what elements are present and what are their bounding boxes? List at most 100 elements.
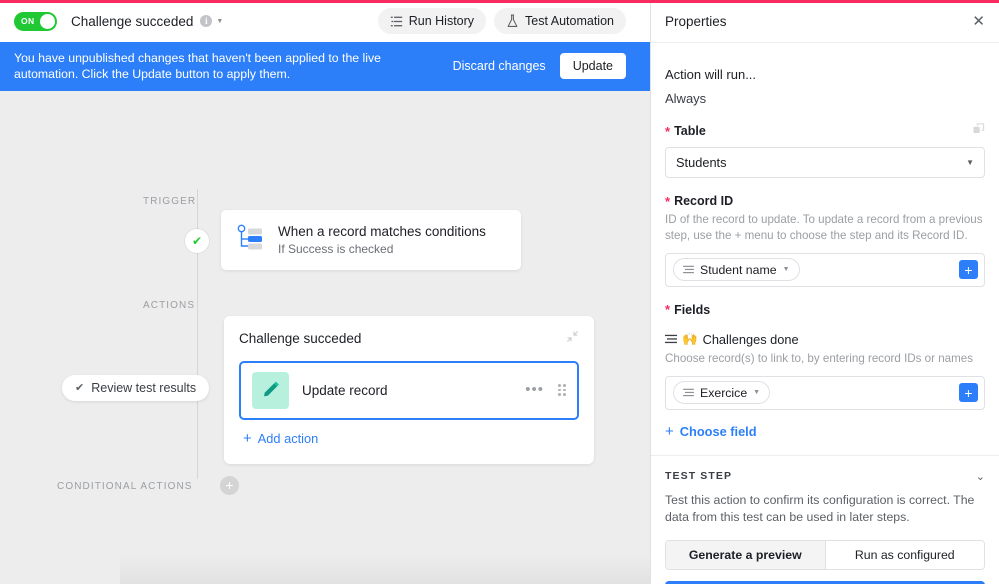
action-group-header: Challenge succeded (239, 330, 579, 348)
field-name: Challenges done (702, 331, 799, 347)
properties-body: CONFIGURATION ⌄ Action will run... Alway… (651, 38, 999, 584)
close-icon[interactable]: ✕ (972, 14, 985, 29)
review-test-results-button[interactable]: ✔ Review test results (62, 374, 210, 401)
trigger-card-title: When a record matches conditions (278, 223, 486, 239)
record-id-chip[interactable]: Student name ▼ (673, 258, 800, 282)
top-accent-bar (0, 0, 999, 3)
add-action-label: Add action (257, 430, 319, 446)
table-label-row: * Table (665, 122, 985, 140)
record-id-token-input[interactable]: Student name ▼ + (665, 252, 985, 287)
chevron-down-icon[interactable]: ▼ (216, 18, 223, 25)
field-icon (683, 266, 694, 274)
trigger-card[interactable]: When a record matches conditions If Succ… (221, 209, 521, 270)
record-id-help-text: ID of the record to update. To update a … (665, 213, 983, 242)
record-id-label: * Record ID (665, 193, 734, 209)
flask-icon (507, 14, 518, 27)
trigger-card-text: When a record matches conditions If Succ… (278, 224, 486, 256)
test-step-header[interactable]: TEST STEP ⌄ (665, 470, 985, 483)
fields-label-row: * Fields (665, 303, 985, 317)
record-matches-conditions-icon (237, 224, 262, 250)
run-as-configured-tab[interactable]: Run as configured (824, 540, 984, 569)
add-conditional-action-button[interactable]: + (220, 475, 239, 495)
check-icon: ✔ (191, 233, 203, 248)
test-mode-segmented-control: Generate a preview Run as configured (665, 539, 985, 570)
automation-enable-toggle[interactable]: ON (14, 11, 57, 31)
table-select-value: Students (676, 155, 727, 170)
properties-panel: Properties ✕ CONFIGURATION ⌄ Action will… (651, 0, 999, 584)
test-step-label: TEST STEP (665, 470, 733, 483)
pencil-icon (252, 371, 289, 409)
action-group-card: Challenge succeded Update record ••• + A… (224, 315, 594, 464)
section-divider (651, 454, 999, 456)
automation-editor: ON Challenge succeded i ▼ Run History Te… (0, 0, 999, 584)
action-will-run-value: Always (665, 91, 707, 106)
run-history-button[interactable]: Run History (377, 8, 487, 34)
unpublished-changes-banner: You have unpublished changes that haven'… (0, 42, 650, 91)
run-history-label: Run History (408, 14, 475, 28)
discard-changes-button[interactable]: Discard changes (453, 59, 546, 73)
fields-chip[interactable]: Exercice ▼ (673, 381, 771, 405)
automation-title[interactable]: Challenge succeded (71, 14, 193, 29)
chevron-down-icon: ▼ (782, 266, 790, 274)
section-label-trigger: TRIGGER (143, 195, 197, 207)
check-icon-small: ✔ (75, 382, 85, 395)
more-options-icon[interactable]: ••• (525, 382, 544, 397)
plus-icon: + (665, 422, 674, 440)
banner-actions: Discard changes Update (453, 53, 636, 80)
action-card-title: Update record (302, 382, 388, 398)
add-record-id-token-button[interactable]: + (959, 260, 978, 280)
properties-header: Properties ✕ (651, 0, 999, 43)
action-card-tools: ••• (525, 382, 566, 397)
required-asterisk: * (665, 193, 671, 209)
section-label-conditional-actions: CONDITIONAL ACTIONS (57, 480, 193, 492)
add-field-token-button[interactable]: + (959, 383, 978, 403)
choose-field-label: Choose field (679, 423, 757, 439)
chevron-down-icon[interactable]: ⌄ (976, 470, 985, 483)
record-id-chip-label: Student name (700, 262, 777, 277)
toggle-label: ON (21, 16, 35, 26)
test-automation-button[interactable]: Test Automation (494, 8, 626, 34)
collapse-icon[interactable] (566, 330, 579, 348)
record-id-label-row: * Record ID (665, 194, 985, 208)
properties-title: Properties (665, 13, 727, 29)
add-action-button[interactable]: + Add action (239, 431, 579, 446)
test-step-description: Test this action to confirm its configur… (665, 492, 975, 525)
automation-canvas-pane: ON Challenge succeded i ▼ Run History Te… (0, 0, 651, 584)
action-will-run-label: Action will run... (665, 67, 757, 82)
list-icon (390, 16, 402, 26)
automation-toolbar: ON Challenge succeded i ▼ Run History Te… (0, 0, 650, 42)
chevron-down-icon: ▼ (753, 389, 761, 397)
required-asterisk: * (665, 123, 671, 139)
generate-preview-tab[interactable]: Generate a preview (666, 540, 825, 569)
action-group-title: Challenge succeded (239, 331, 362, 347)
toolbar-actions: Run History Test Automation (377, 8, 636, 34)
open-external-icon[interactable] (973, 122, 985, 140)
table-select[interactable]: Students ▼ (665, 147, 985, 178)
banner-message: You have unpublished changes that haven'… (14, 51, 381, 82)
action-card-update-record[interactable]: Update record ••• (239, 360, 579, 420)
fields-label: * Fields (665, 302, 711, 318)
canvas-bottom-fade (120, 552, 650, 584)
trigger-status-node: ✔ (185, 228, 209, 253)
field-emoji: 🙌 (682, 331, 698, 346)
table-label: * Table (665, 123, 706, 139)
fields-help-text: Choose record(s) to link to, by entering… (665, 351, 974, 365)
test-automation-label: Test Automation (525, 14, 614, 28)
flow-canvas: TRIGGER ACTIONS CONDITIONAL ACTIONS ✔ + (0, 90, 650, 584)
review-test-results-label: Review test results (91, 380, 197, 395)
info-icon[interactable]: i (200, 15, 213, 27)
drag-handle-icon[interactable] (558, 384, 566, 396)
field-icon (665, 335, 677, 344)
update-button[interactable]: Update (559, 53, 626, 80)
chevron-down-icon: ▼ (966, 158, 974, 167)
fields-chip-label: Exercice (700, 385, 748, 400)
field-row-challenges-done: 🙌 Challenges done (665, 332, 985, 347)
required-asterisk: * (665, 302, 671, 318)
section-label-actions: ACTIONS (143, 299, 196, 311)
toggle-knob (40, 13, 55, 29)
trigger-card-subtitle: If Success is checked (278, 241, 394, 256)
choose-field-button[interactable]: + Choose field (665, 424, 985, 439)
fields-token-input[interactable]: Exercice ▼ + (665, 375, 985, 410)
plus-icon: + (243, 429, 252, 447)
field-icon (683, 389, 694, 397)
